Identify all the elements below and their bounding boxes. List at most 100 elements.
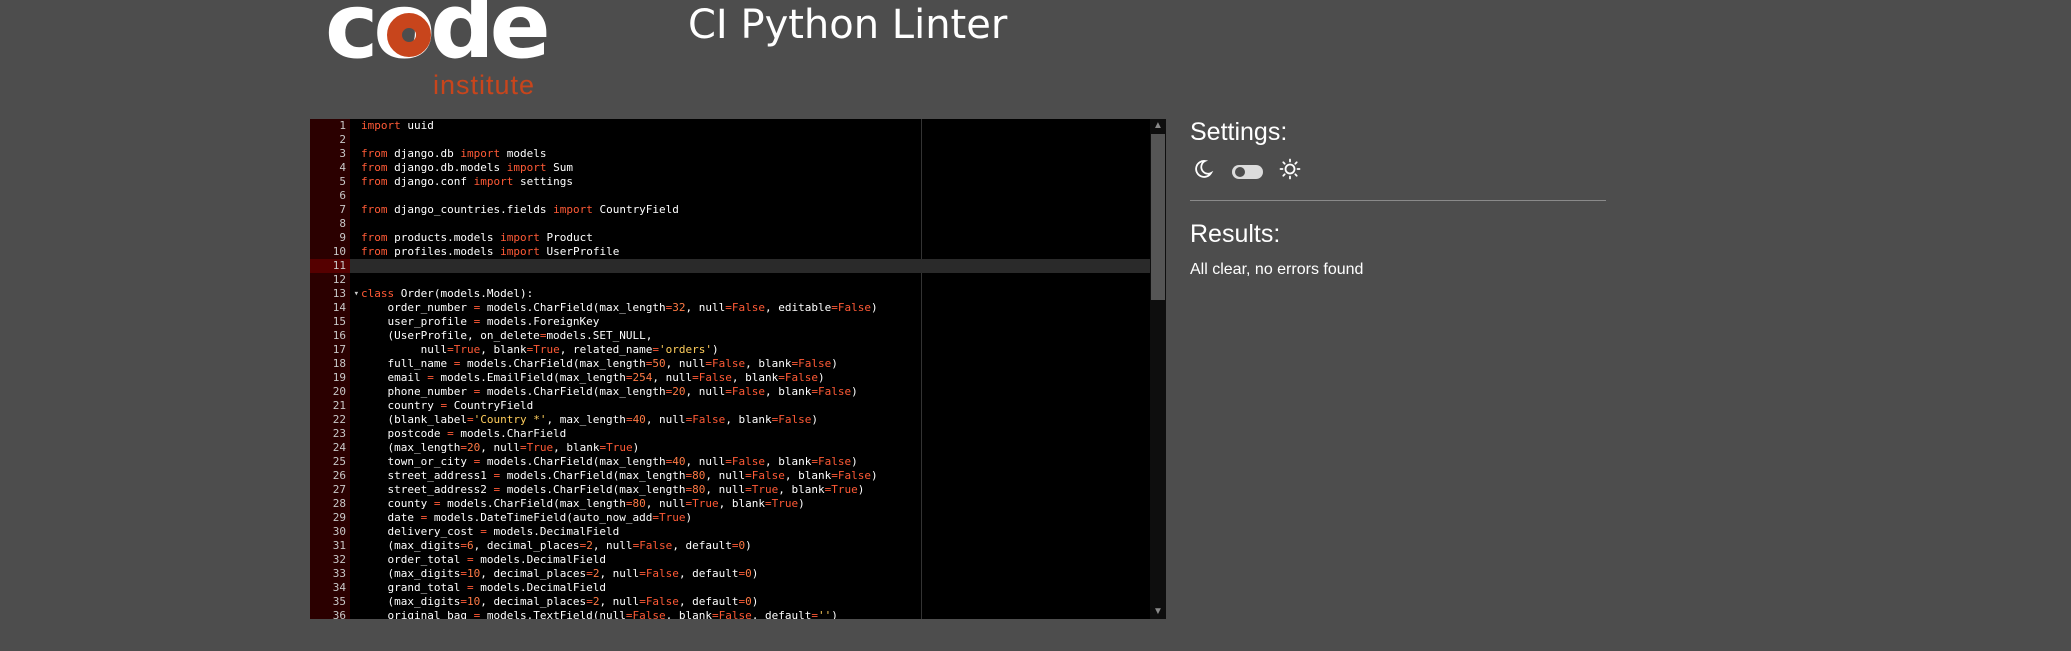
code-token: False [645,567,679,580]
code-line[interactable]: 35 (max_digits=10, decimal_places=2, nul… [310,595,1166,609]
code-token: models.CharField(max_length [480,301,666,314]
code-line[interactable]: 33 (max_digits=10, decimal_places=2, nul… [310,567,1166,581]
code-line[interactable]: 31 (max_digits=6, decimal_places=2, null… [310,539,1166,553]
code-line[interactable]: 27 street_address2 = models.CharField(ma… [310,483,1166,497]
code-line[interactable]: 13 ▾ class Order(models.Model): [310,287,1166,301]
code-line[interactable]: 14 order_number = models.CharField(max_l… [310,301,1166,315]
code-token: False [692,413,726,426]
line-number: 10 [332,245,346,258]
fold-arrow-icon[interactable]: ▾ [354,287,359,301]
code-line[interactable]: 15 user_profile = models.ForeignKey [310,315,1166,329]
code-token: , default [678,595,739,608]
code-line[interactable]: 4 from django.db.models import Sum [310,161,1166,175]
code-line[interactable]: 36 original_bag = models.TextField(null=… [310,609,1166,619]
code-line[interactable]: 7 from django_countries.fields import Cou… [310,203,1166,217]
code-text: (blank_label='Country *', max_length=40,… [350,413,818,427]
sun-icon[interactable] [1279,158,1301,185]
code-token: = [639,567,646,580]
code-line[interactable]: 21 country = CountryField [310,399,1166,413]
code-line[interactable]: 5 from django.conf import settings [310,175,1166,189]
line-number: 32 [332,553,346,566]
code-line[interactable]: 32 order_total = models.DecimalField [310,553,1166,567]
editor-scrollbar[interactable]: ▲ ▼ [1150,119,1166,619]
line-number: 2 [339,133,346,146]
code-line[interactable]: 17 null=True, blank=True, related_name='… [310,343,1166,357]
code-token: , default [751,609,812,619]
code-token: False [731,385,766,398]
code-token: False [751,469,785,482]
settings-heading: Settings: [1190,118,1288,146]
code-token: ) [857,483,865,496]
code-line[interactable]: 34 grand_total = models.DecimalField [310,581,1166,595]
results-heading: Results: [1190,220,1281,248]
code-token: ) [818,371,825,384]
code-line[interactable]: 9 from products.models import Product [310,231,1166,245]
code-token: True [751,483,779,496]
code-token: = [480,525,487,538]
line-number: 22 [332,413,346,426]
code-token: , blank [765,455,812,468]
scroll-thumb[interactable] [1151,134,1165,300]
code-line[interactable]: 19 email = models.EmailField(max_length=… [310,371,1166,385]
code-token: = [831,469,838,482]
code-editor[interactable]: 1 import uuid 2 3 from django.db import mode… [310,119,1166,619]
code-line[interactable]: 24 (max_length=20, null=True, blank=True… [310,441,1166,455]
code-line[interactable]: 18 full_name = models.CharField(max_leng… [310,357,1166,371]
code-lines[interactable]: 1 import uuid 2 3 from django.db import mode… [310,119,1166,619]
code-text: (max_digits=6, decimal_places=2, null=Fa… [350,539,751,553]
code-token: uuid [400,119,434,132]
code-token: = [586,595,593,608]
line-number: 9 [339,231,346,244]
code-line[interactable]: 10 from profiles.models import UserProfil… [310,245,1166,259]
code-line[interactable]: 25 town_or_city = models.CharField(max_l… [310,455,1166,469]
code-line[interactable]: 11 [310,259,1166,273]
code-text: email = models.EmailField(max_length=254… [350,371,825,385]
code-line[interactable]: 2 [310,133,1166,147]
line-number: 31 [332,539,346,552]
line-number: 24 [332,441,346,454]
code-token: town_or_city [361,455,474,468]
code-line[interactable]: 26 street_address1 = models.CharField(ma… [310,469,1166,483]
code-token: , null [599,595,640,608]
code-token: ) [712,343,719,356]
code-token: = [427,371,434,384]
moon-icon[interactable] [1192,158,1214,185]
code-line[interactable]: 20 phone_number = models.CharField(max_l… [310,385,1166,399]
code-token: profiles.models [387,245,501,258]
code-token: django_countries.fields [387,203,554,216]
code-line[interactable]: 29 date = models.DateTimeField(auto_now_… [310,511,1166,525]
code-text: order_total = models.DecimalField [350,553,606,567]
code-line[interactable]: 16 (UserProfile, on_delete=models.SET_NU… [310,329,1166,343]
code-text: (UserProfile, on_delete=models.SET_NULL, [350,329,652,343]
code-line[interactable]: 1 import uuid [310,119,1166,133]
code-text: from django.conf import settings [350,175,573,189]
code-line[interactable]: 22 (blank_label='Country *', max_length=… [310,413,1166,427]
code-token: (max_digits [361,539,461,552]
code-token: , blank [778,483,825,496]
code-token: order_total [361,553,467,566]
code-line[interactable]: 6 [310,189,1166,203]
code-token: 10 [466,567,481,580]
line-number: 25 [332,455,346,468]
theme-toggle[interactable] [1232,164,1263,179]
line-number: 19 [332,371,346,384]
code-token: order_number [361,301,474,314]
code-line[interactable]: 30 delivery_cost = models.DecimalField [310,525,1166,539]
line-number: 18 [332,357,346,370]
code-line[interactable]: 23 postcode = models.CharField [310,427,1166,441]
code-line[interactable]: 28 county = models.CharField(max_length=… [310,497,1166,511]
code-token: , blank [718,497,766,510]
code-line[interactable]: 8 [310,217,1166,231]
code-institute-logo: code institute [325,0,551,100]
code-token: = [447,343,454,356]
scroll-up-icon[interactable]: ▲ [1153,120,1163,132]
code-token: email [361,371,428,384]
code-text: from django_countries.fields import Coun… [350,203,679,217]
code-text: from products.models import Product [350,231,593,245]
code-line[interactable]: 3 from django.db import models [310,147,1166,161]
code-line[interactable]: 12 [310,273,1166,287]
scroll-down-icon[interactable]: ▼ [1153,606,1163,618]
code-token: True [692,497,719,510]
